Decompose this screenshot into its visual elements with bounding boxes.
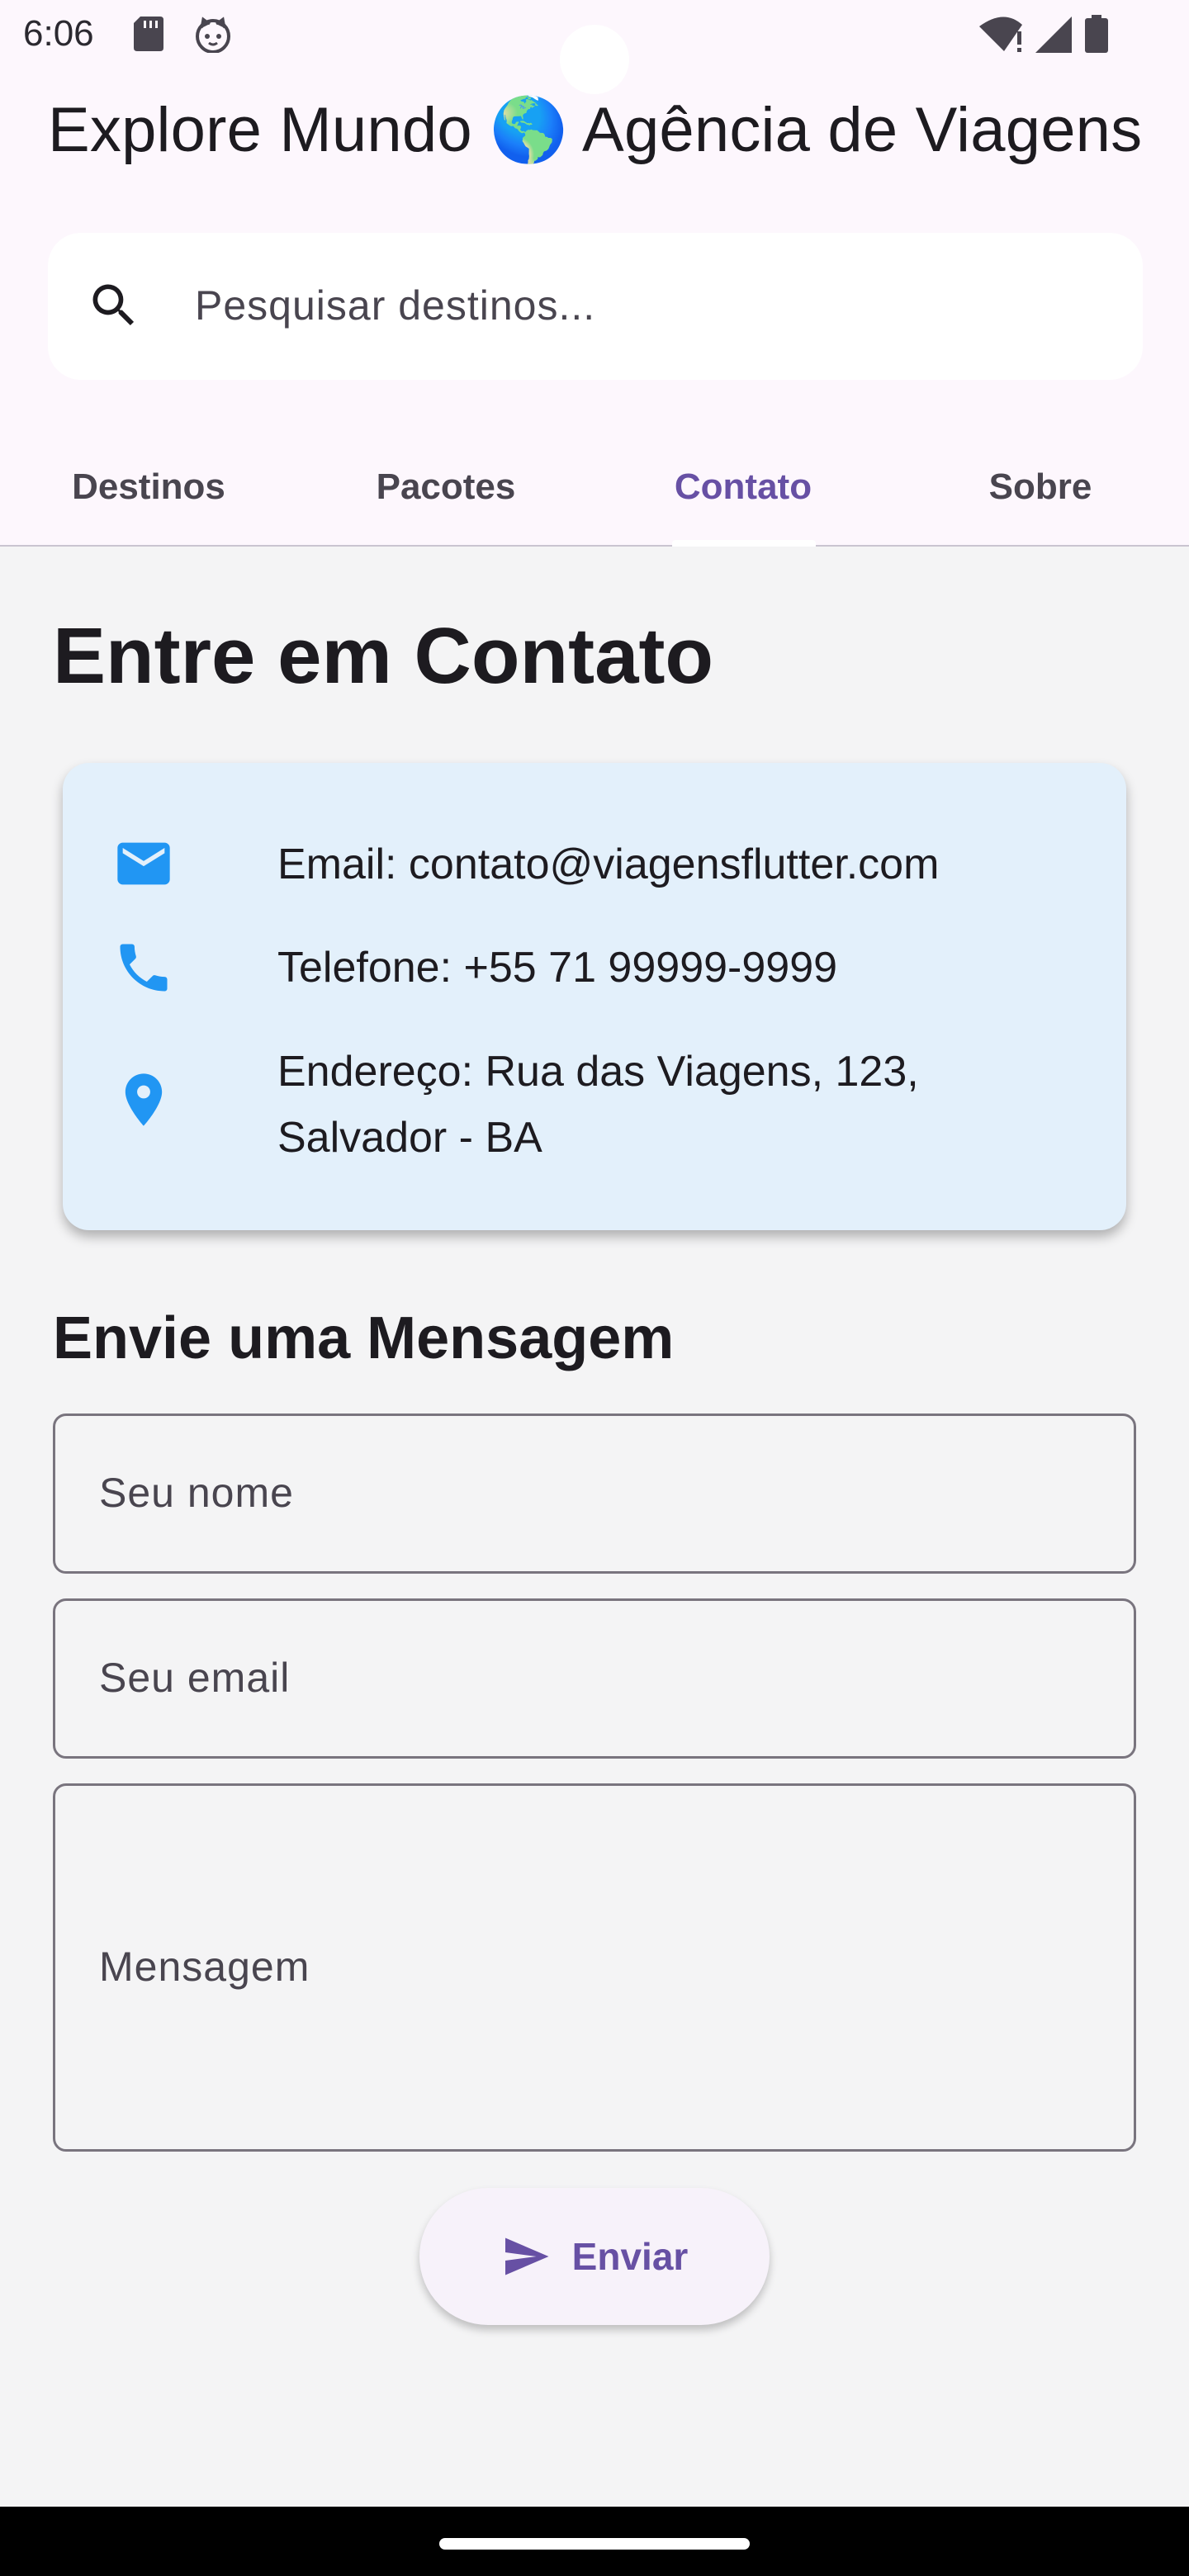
camera-cutout [560,25,629,94]
message-input[interactable] [99,1934,1090,2000]
app-title: Explore Mundo 🌎 Agência de Viagens [48,95,1143,165]
location-pin-icon [125,1073,163,1126]
search-icon[interactable] [86,277,142,334]
send-icon [504,2237,549,2275]
section-title: Entre em Contato [53,612,714,700]
battery-icon [1085,15,1108,53]
send-button[interactable]: Enviar [419,2188,770,2325]
home-handle[interactable] [439,2538,750,2550]
status-time: 6:06 [23,13,94,54]
contact-email: Email: contato@viagensflutter.com [277,841,940,888]
tab-sobre[interactable]: Sobre [892,429,1189,545]
wifi-alert-icon [979,17,1022,52]
cat-icon [196,17,230,53]
tab-contato[interactable]: Contato [594,429,892,545]
mail-icon [117,842,170,885]
phone-icon [120,944,168,992]
search-input[interactable] [195,272,1103,339]
send-label: Enviar [571,2235,689,2278]
signal-icon [1035,17,1072,53]
tab-pacotes[interactable]: Pacotes [297,429,594,545]
contact-address-line1: Endereço: Rua das Viagens, 123, [277,1048,919,1096]
tab-destinos[interactable]: Destinos [0,429,297,545]
contact-address-line2: Salvador - BA [277,1114,542,1162]
contact-phone: Telefone: +55 71 99999-9999 [277,944,838,992]
tab-bar: Destinos Pacotes Contato Sobre [0,429,1189,547]
contact-info-card: Email: contato@viagensflutter.com Telefo… [63,763,1126,1230]
form-title: Envie uma Mensagem [53,1305,675,1371]
email-input[interactable] [99,1645,1090,1711]
name-input[interactable] [99,1460,1090,1526]
status-bar: 6:06 [0,0,1189,94]
sd-card-icon [134,17,163,51]
tab-indicator [672,540,816,547]
